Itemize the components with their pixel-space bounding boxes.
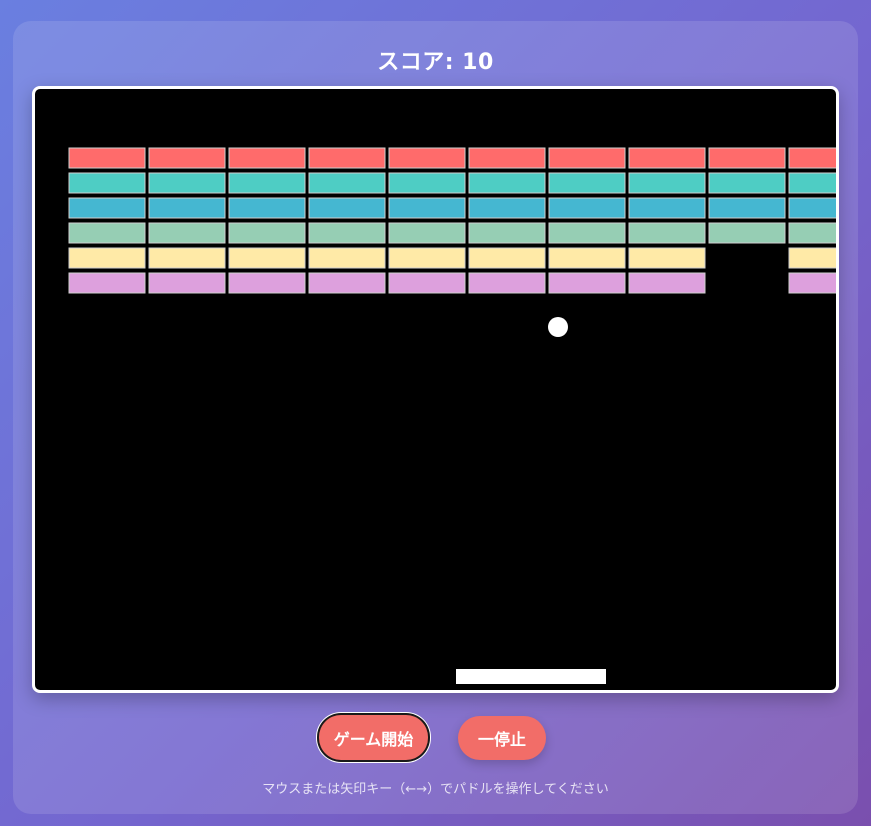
- brick: [628, 147, 706, 169]
- brick: [468, 272, 546, 294]
- brick: [148, 147, 226, 169]
- brick: [228, 247, 306, 269]
- brick: [148, 272, 226, 294]
- brick: [228, 172, 306, 194]
- brick: [708, 172, 786, 194]
- brick: [628, 222, 706, 244]
- brick: [788, 272, 836, 294]
- brick: [308, 197, 386, 219]
- game-board[interactable]: [35, 89, 836, 690]
- brick: [788, 247, 836, 269]
- brick: [548, 172, 626, 194]
- brick: [148, 197, 226, 219]
- brick: [148, 222, 226, 244]
- brick: [308, 172, 386, 194]
- brick: [388, 247, 466, 269]
- brick: [788, 172, 836, 194]
- brick: [708, 197, 786, 219]
- brick: [308, 272, 386, 294]
- brick: [388, 222, 466, 244]
- paddle[interactable]: [456, 669, 606, 684]
- brick: [148, 172, 226, 194]
- brick: [308, 222, 386, 244]
- brick: [548, 247, 626, 269]
- brick: [548, 197, 626, 219]
- brick: [468, 222, 546, 244]
- control-hint: マウスまたは矢印キー（←→）でパドルを操作してください: [262, 782, 609, 797]
- brick: [628, 172, 706, 194]
- ball: [548, 317, 568, 337]
- brick: [388, 172, 466, 194]
- brick: [308, 147, 386, 169]
- brick: [68, 197, 146, 219]
- brick: [708, 222, 786, 244]
- brick: [468, 147, 546, 169]
- brick: [388, 147, 466, 169]
- brick: [788, 147, 836, 169]
- brick: [148, 247, 226, 269]
- brick: [68, 172, 146, 194]
- brick: [388, 272, 466, 294]
- brick: [788, 197, 836, 219]
- brick: [68, 247, 146, 269]
- score-display: スコア: 10: [377, 50, 494, 75]
- brick: [788, 222, 836, 244]
- brick: [228, 222, 306, 244]
- brick: [468, 197, 546, 219]
- brick: [308, 247, 386, 269]
- brick: [628, 197, 706, 219]
- brick: [548, 272, 626, 294]
- brick: [628, 247, 706, 269]
- brick: [468, 172, 546, 194]
- brick: [68, 222, 146, 244]
- pause-button[interactable]: 一停止: [458, 716, 546, 760]
- brick: [388, 197, 466, 219]
- start-game-button[interactable]: ゲーム開始: [319, 715, 428, 760]
- game-canvas[interactable]: [32, 86, 839, 693]
- brick: [628, 272, 706, 294]
- brick: [68, 147, 146, 169]
- brick: [228, 197, 306, 219]
- brick: [228, 147, 306, 169]
- brick: [228, 272, 306, 294]
- brick: [68, 272, 146, 294]
- brick: [548, 222, 626, 244]
- brick: [708, 147, 786, 169]
- brick: [548, 147, 626, 169]
- brick: [468, 247, 546, 269]
